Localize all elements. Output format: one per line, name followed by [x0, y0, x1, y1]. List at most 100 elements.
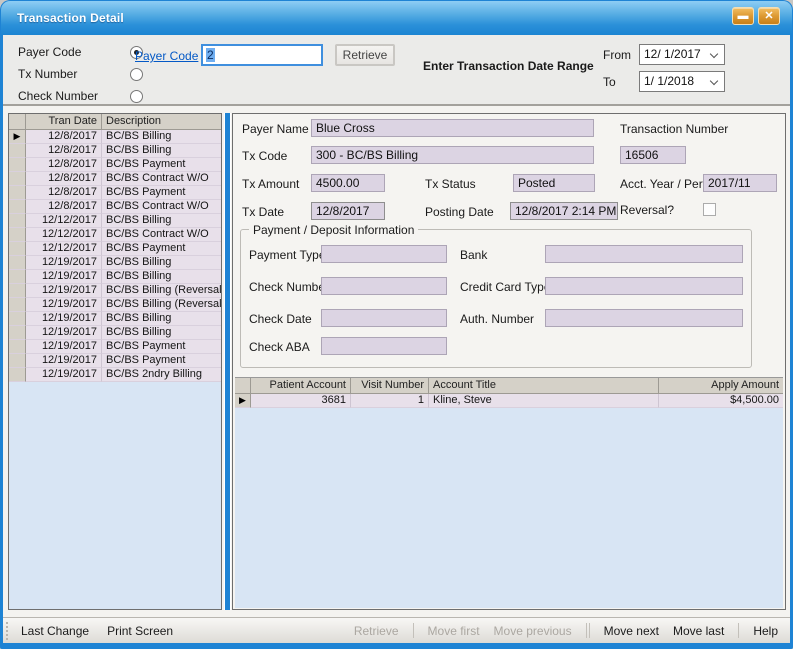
row-selector-cell[interactable]: ▶	[235, 394, 251, 408]
row-selector-cell[interactable]	[9, 354, 26, 368]
tran-date-cell: 12/8/2017	[26, 130, 102, 144]
auth-number-label: Auth. Number	[460, 312, 534, 326]
transactions-rows: ▶12/8/2017BC/BS Billing12/8/2017BC/BS Bi…	[9, 130, 221, 382]
table-row[interactable]: 12/19/2017BC/BS Payment	[9, 354, 221, 368]
table-row[interactable]: 12/8/2017BC/BS Payment	[9, 186, 221, 200]
table-row[interactable]: 12/19/2017BC/BS Billing	[9, 326, 221, 340]
table-row[interactable]: 12/8/2017BC/BS Billing	[9, 144, 221, 158]
reversal-checkbox[interactable]	[703, 203, 716, 216]
table-row[interactable]: 12/12/2017BC/BS Billing	[9, 214, 221, 228]
auth-number-field[interactable]	[545, 309, 743, 327]
tran-date-cell: 12/19/2017	[26, 312, 102, 326]
table-row[interactable]: ▶12/8/2017BC/BS Billing	[9, 130, 221, 144]
table-row[interactable]: 12/8/2017BC/BS Payment	[9, 158, 221, 172]
search-section: Payer Code Tx Number Check Number Payer Co…	[3, 35, 790, 106]
row-selector-cell[interactable]	[9, 368, 26, 382]
transaction-number-field[interactable]: 16506	[620, 146, 686, 164]
row-selector-cell[interactable]	[9, 298, 26, 312]
tran-date-column-header[interactable]: Tran Date	[26, 114, 102, 129]
table-row[interactable]: 12/8/2017BC/BS Contract W/O	[9, 200, 221, 214]
row-selector-cell[interactable]	[9, 256, 26, 270]
row-selector-cell[interactable]	[9, 340, 26, 354]
row-selector-cell[interactable]	[9, 158, 26, 172]
table-row[interactable]: 12/12/2017BC/BS Contract W/O	[9, 228, 221, 242]
account-title-column-header[interactable]: Account Title	[429, 378, 659, 393]
row-selector-cell[interactable]	[9, 214, 26, 228]
visit-number-column-header[interactable]: Visit Number	[351, 378, 429, 393]
acct-year-period-field[interactable]: 2017/11	[703, 174, 777, 192]
payer-code-input[interactable]: 2	[201, 44, 323, 66]
table-row[interactable]: 12/19/2017BC/BS Billing	[9, 270, 221, 284]
row-selector-cell[interactable]	[9, 326, 26, 340]
from-date-value: 12/ 1/2017	[644, 47, 701, 61]
search-mode-radio-check-number[interactable]: Check Number	[18, 89, 143, 103]
minimize-button[interactable]: ▬	[732, 7, 754, 25]
table-row[interactable]: 12/19/2017BC/BS Billing	[9, 312, 221, 326]
table-row[interactable]: 12/19/2017BC/BS 2ndry Billing	[9, 368, 221, 382]
tran-date-cell: 12/19/2017	[26, 256, 102, 270]
status-bar: Last Change Print Screen Retrieve Move fir…	[3, 617, 790, 643]
check-date-field[interactable]	[321, 309, 447, 327]
table-row[interactable]: 12/19/2017BC/BS Billing (Reversal)	[9, 284, 221, 298]
description-column-header[interactable]: Description	[102, 114, 221, 129]
payment-type-field[interactable]	[321, 245, 447, 263]
search-mode-radio-tx-number[interactable]: Tx Number	[18, 67, 143, 81]
tx-status-field[interactable]: Posted	[513, 174, 595, 192]
print-screen-button[interactable]: Print Screen	[107, 624, 173, 638]
tx-amount-label: Tx Amount	[242, 177, 299, 191]
table-row[interactable]: 12/19/2017BC/BS Billing (Reversal)	[9, 298, 221, 312]
row-selector-cell[interactable]	[9, 144, 26, 158]
apply-amount-column-header[interactable]: Apply Amount	[659, 378, 783, 393]
account-title-cell: Kline, Steve	[429, 394, 659, 408]
table-row[interactable]: 12/19/2017BC/BS Billing	[9, 256, 221, 270]
chevron-down-icon	[710, 50, 718, 58]
patient-account-column-header[interactable]: Patient Account	[251, 378, 351, 393]
row-selector-cell[interactable]	[9, 186, 26, 200]
move-last-button[interactable]: Move last	[673, 624, 724, 638]
search-mode-radio-payer-code[interactable]: Payer Code	[18, 45, 143, 59]
payment-info-groupbox: Payment / Deposit Information Payment Ty…	[240, 229, 752, 368]
row-selector-cell[interactable]: ▶	[9, 130, 26, 144]
to-date-value: 1/ 1/2018	[644, 74, 694, 88]
table-row[interactable]: ▶36811Kline, Steve$4,500.00	[235, 394, 783, 408]
payer-code-input-value: 2	[206, 48, 215, 62]
tran-date-cell: 12/19/2017	[26, 354, 102, 368]
chevron-down-icon	[710, 77, 718, 85]
table-row[interactable]: 12/12/2017BC/BS Payment	[9, 242, 221, 256]
row-selector-cell[interactable]	[9, 172, 26, 186]
patient-account-cell: 3681	[251, 394, 351, 408]
radio-button-icon[interactable]	[130, 68, 143, 81]
row-selector-cell[interactable]	[9, 312, 26, 326]
check-aba-field[interactable]	[321, 337, 447, 355]
row-selector-cell[interactable]	[9, 242, 26, 256]
bank-label: Bank	[460, 248, 487, 262]
check-number-field[interactable]	[321, 277, 447, 295]
help-button[interactable]: Help	[753, 624, 778, 638]
tx-date-field[interactable]: 12/8/2017	[311, 202, 385, 220]
tx-amount-field[interactable]: 4500.00	[311, 174, 385, 192]
from-date-combo[interactable]: 12/ 1/2017	[639, 44, 725, 65]
table-row[interactable]: 12/8/2017BC/BS Contract W/O	[9, 172, 221, 186]
close-button[interactable]: ✕	[758, 7, 780, 25]
payer-name-field[interactable]: Blue Cross	[311, 119, 594, 137]
last-change-button[interactable]: Last Change	[21, 624, 89, 638]
retrieve-button: Retrieve	[354, 624, 399, 638]
table-row[interactable]: 12/19/2017BC/BS Payment	[9, 340, 221, 354]
tran-date-cell: 12/8/2017	[26, 144, 102, 158]
tx-code-field[interactable]: 300 - BC/BS Billing	[311, 146, 594, 164]
posting-date-field[interactable]: 12/8/2017 2:14 PM	[510, 202, 618, 220]
payer-code-link[interactable]: Payer Code	[135, 49, 198, 63]
row-selector-cell[interactable]	[9, 270, 26, 284]
row-selector-cell[interactable]	[9, 200, 26, 214]
move-next-button[interactable]: Move next	[604, 624, 659, 638]
tran-date-cell: 12/12/2017	[26, 228, 102, 242]
move-first-button: Move first	[428, 624, 480, 638]
to-date-combo[interactable]: 1/ 1/2018	[639, 71, 725, 92]
bank-field[interactable]	[545, 245, 743, 263]
credit-card-type-field[interactable]	[545, 277, 743, 295]
row-selector-cell[interactable]	[9, 284, 26, 298]
radio-button-icon[interactable]	[130, 90, 143, 103]
panel-splitter[interactable]	[224, 113, 231, 610]
row-selector-cell[interactable]	[9, 228, 26, 242]
retrieve-button[interactable]: Retrieve	[335, 44, 395, 66]
